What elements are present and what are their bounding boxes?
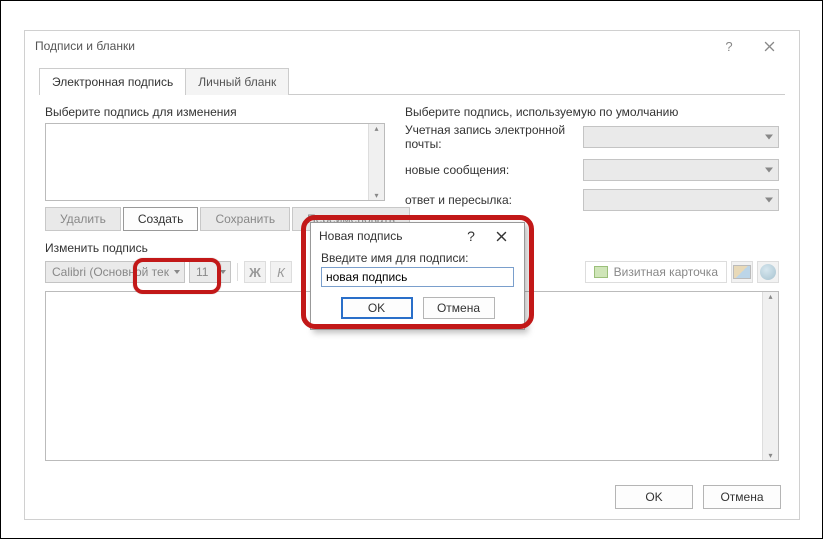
save-button[interactable]: Сохранить <box>200 207 290 231</box>
scroll-up-icon: ▴ <box>374 124 378 133</box>
signature-list[interactable]: ▴ ▾ <box>45 123 385 201</box>
select-signature-label: Выберите подпись для изменения <box>45 105 385 119</box>
separator <box>237 263 238 281</box>
modal-titlebar: Новая подпись ? <box>311 223 524 249</box>
close-icon <box>764 41 775 52</box>
modal-buttons: OK Отмена <box>321 297 514 319</box>
dialog-footer: OK Отмена <box>615 485 781 509</box>
ok-button[interactable]: OK <box>615 485 693 509</box>
reply-forward-combo[interactable] <box>583 189 779 211</box>
image-icon <box>733 265 751 279</box>
help-button[interactable]: ? <box>709 32 749 60</box>
editor-scrollbar[interactable]: ▴ ▾ <box>762 292 778 460</box>
new-messages-label: новые сообщения: <box>405 163 575 177</box>
modal-ok-button[interactable]: OK <box>341 297 413 319</box>
titlebar: Подписи и бланки ? <box>25 31 799 61</box>
screenshot-frame: Подписи и бланки ? Электронная подпись Л… <box>0 0 823 539</box>
default-signature-label: Выберите подпись, используемую по умолча… <box>405 105 779 119</box>
default-signature-panel: Выберите подпись, используемую по умолча… <box>405 105 779 231</box>
business-card-label: Визитная карточка <box>614 265 718 279</box>
delete-button[interactable]: Удалить <box>45 207 121 231</box>
scrollbar[interactable]: ▴ ▾ <box>368 124 384 200</box>
create-button[interactable]: Создать <box>123 207 199 231</box>
link-icon <box>760 264 776 280</box>
modal-title: Новая подпись <box>319 229 402 243</box>
modal-cancel-button[interactable]: Отмена <box>423 297 495 319</box>
modal-prompt: Введите имя для подписи: <box>321 251 514 265</box>
business-card-button[interactable]: Визитная карточка <box>585 261 727 283</box>
modal-close-button[interactable] <box>486 224 516 248</box>
italic-button[interactable]: К <box>270 261 292 283</box>
signature-name-input[interactable] <box>321 267 514 287</box>
close-icon <box>496 231 507 242</box>
scroll-down-icon: ▾ <box>768 451 772 460</box>
modal-body: Введите имя для подписи: OK Отмена <box>311 249 524 329</box>
tab-bar: Электронная подпись Личный бланк <box>39 67 785 95</box>
default-signature-grid: Учетная запись электронной почты: новые … <box>405 123 779 211</box>
insert-image-button[interactable] <box>731 261 753 283</box>
bold-button[interactable]: Ж <box>244 261 266 283</box>
reply-forward-label: ответ и пересылка: <box>405 193 575 207</box>
top-row: Выберите подпись для изменения ▴ ▾ Удали… <box>45 105 779 231</box>
size-combo[interactable]: 11 <box>189 261 231 283</box>
close-button[interactable] <box>749 32 789 60</box>
signature-select-panel: Выберите подпись для изменения ▴ ▾ Удали… <box>45 105 385 231</box>
account-combo[interactable] <box>583 126 779 148</box>
new-messages-combo[interactable] <box>583 159 779 181</box>
account-label: Учетная запись электронной почты: <box>405 123 575 151</box>
business-card-icon <box>594 266 608 278</box>
window-title: Подписи и бланки <box>35 39 135 53</box>
scroll-up-icon: ▴ <box>768 292 772 301</box>
font-combo[interactable]: Calibri (Основной тек <box>45 261 185 283</box>
tab-electronic-signature[interactable]: Электронная подпись <box>39 68 186 95</box>
cancel-button[interactable]: Отмена <box>703 485 781 509</box>
tab-personal-stationery[interactable]: Личный бланк <box>185 68 289 95</box>
modal-help-button[interactable]: ? <box>456 224 486 248</box>
insert-link-button[interactable] <box>757 261 779 283</box>
scroll-down-icon: ▾ <box>374 191 378 200</box>
new-signature-dialog: Новая подпись ? Введите имя для подписи:… <box>310 222 525 330</box>
